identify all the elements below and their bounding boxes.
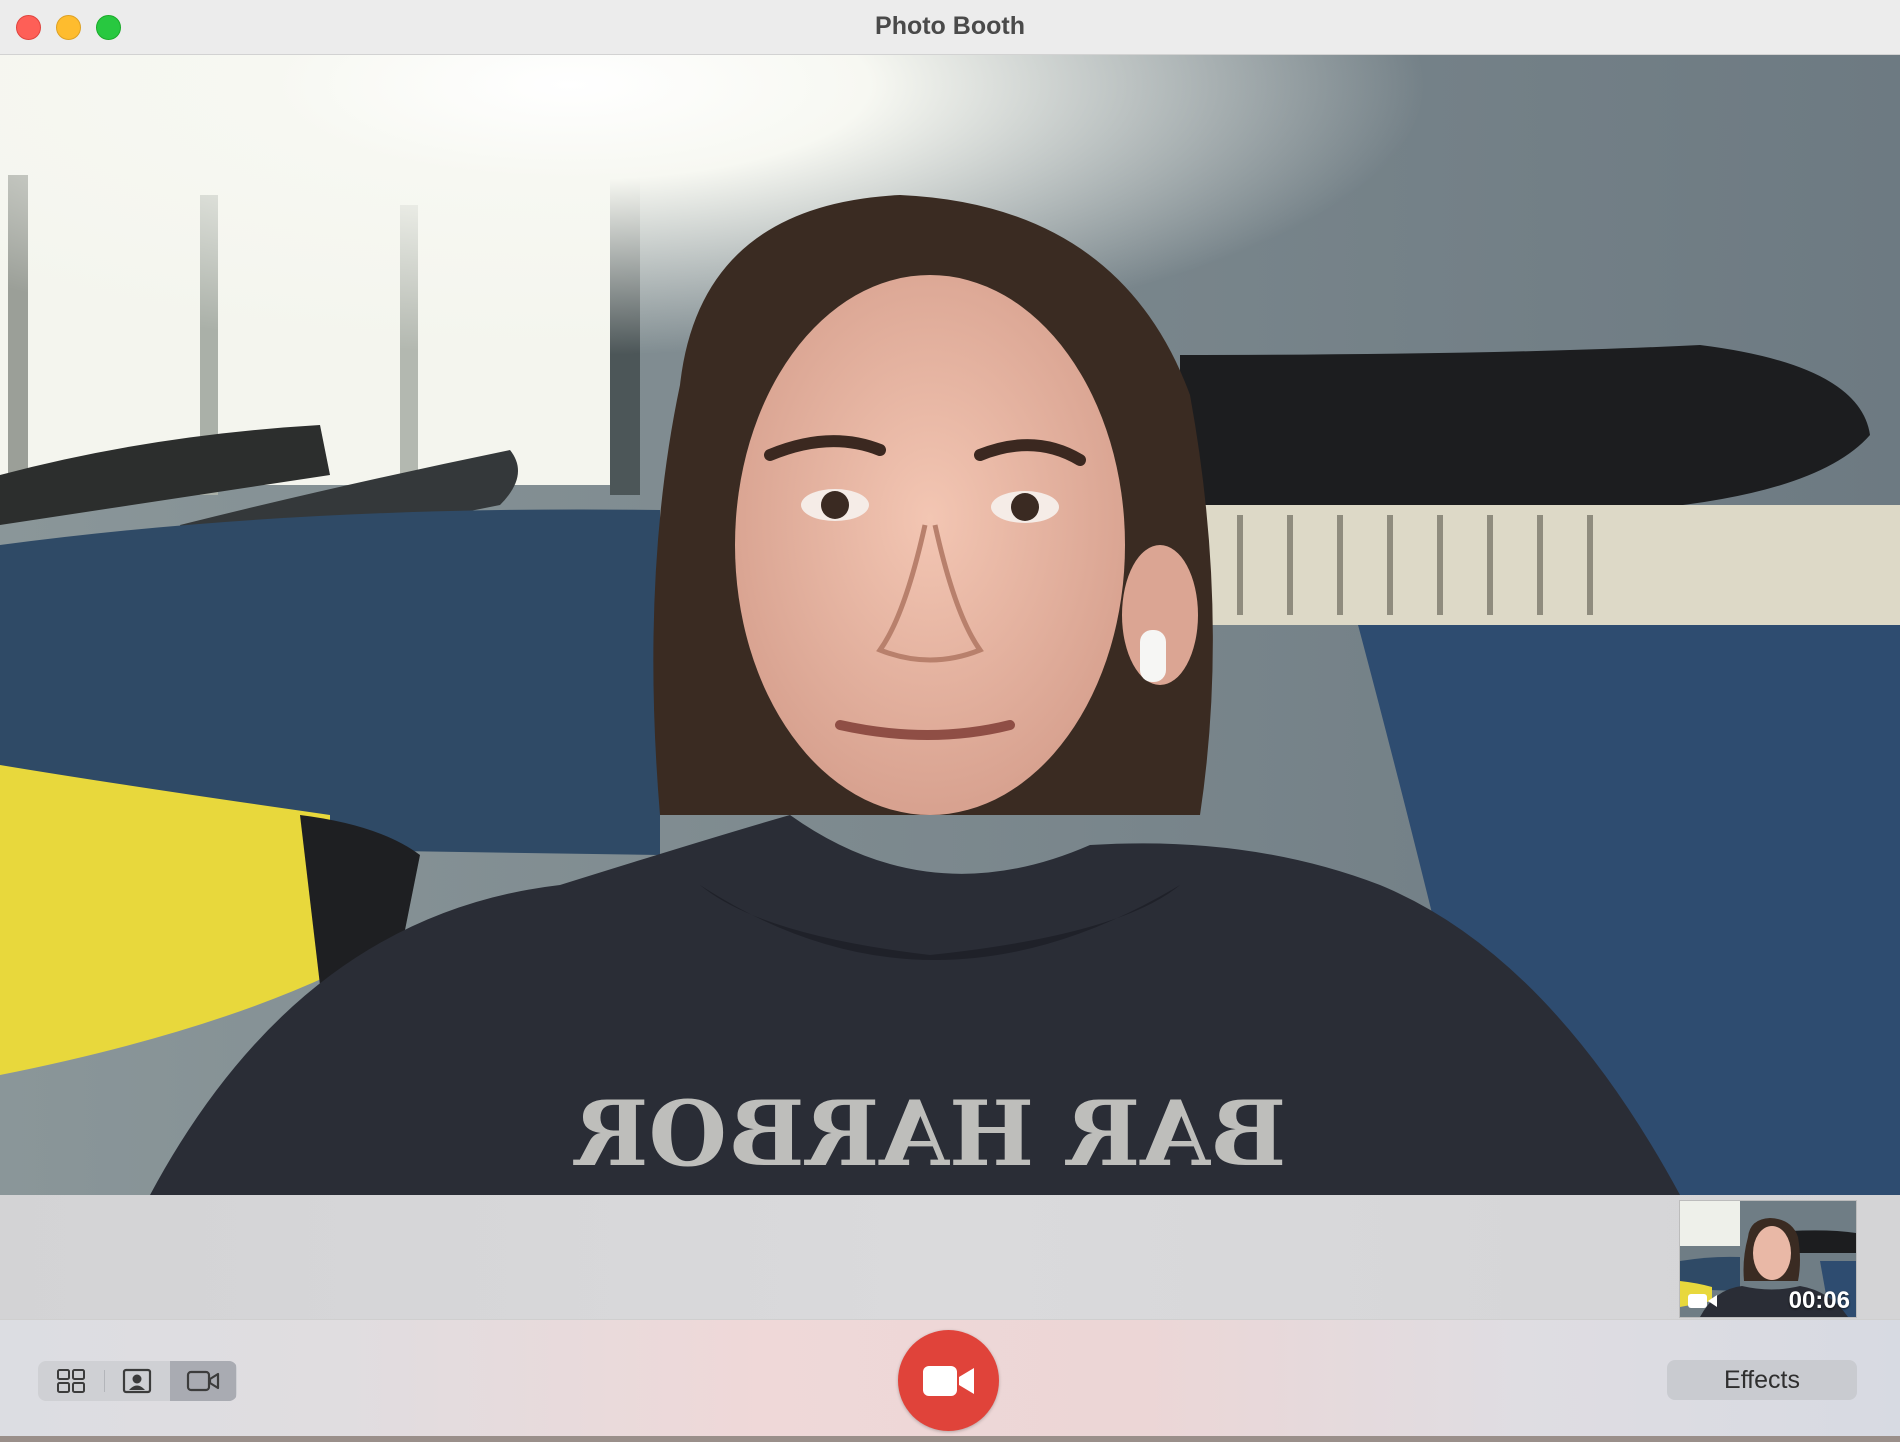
camera-preview-image: BAR HARBOR (0, 55, 1900, 1195)
photo-booth-window: Photo Booth BAR HARBOR 00:06 Effects (0, 0, 1900, 1442)
effects-button[interactable]: Effects (1667, 1360, 1857, 1400)
title-bar: Photo Booth (0, 0, 1900, 55)
window-title: Photo Booth (875, 12, 1025, 40)
bottom-toolbar: Effects (0, 1319, 1900, 1442)
filmstrip-video-thumbnail[interactable]: 00:06 (1679, 1200, 1857, 1318)
sweatshirt-print: BAR HARBOR (572, 1081, 1286, 1187)
four-up-grid-icon (57, 1369, 85, 1393)
portrait-photo-icon (122, 1368, 152, 1394)
camera-preview: BAR HARBOR (0, 55, 1900, 1195)
video-camera-icon (186, 1370, 220, 1392)
video-duration: 00:06 (1788, 1287, 1850, 1314)
video-camera-icon (1688, 1294, 1717, 1308)
four-up-mode-button[interactable] (38, 1361, 104, 1401)
video-camera-icon (922, 1365, 974, 1396)
capture-mode-selector (38, 1361, 237, 1401)
record-button[interactable] (898, 1330, 999, 1431)
filmstrip: 00:06 (0, 1195, 1900, 1319)
window-bottom-edge (0, 1436, 1900, 1442)
video-mode-button[interactable] (170, 1361, 236, 1401)
single-photo-mode-button[interactable] (104, 1361, 170, 1401)
